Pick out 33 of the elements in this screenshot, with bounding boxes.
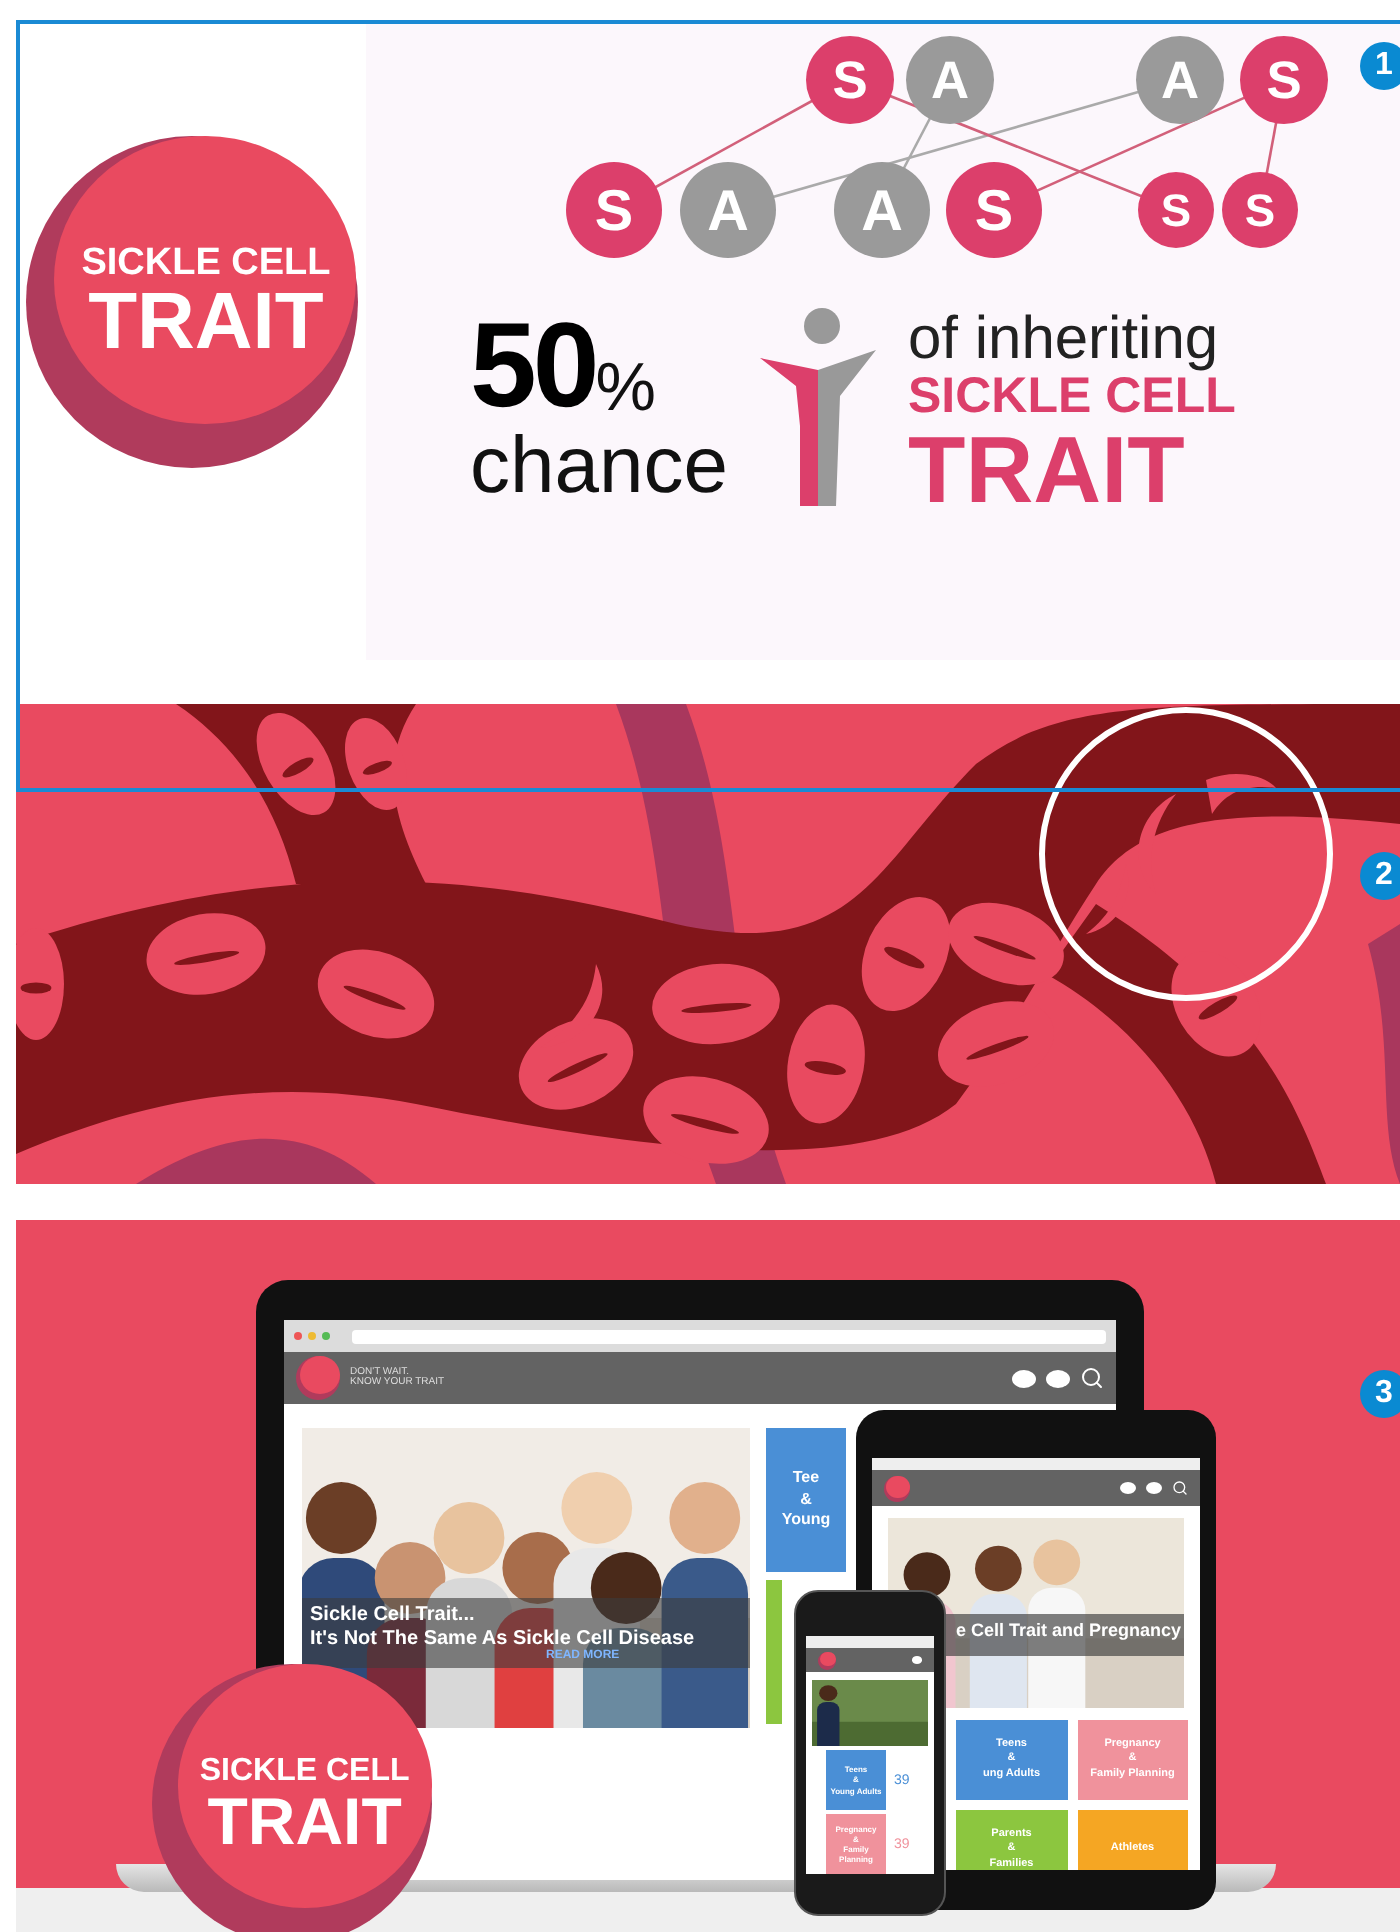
hero-title: Sickle Cell Trait...	[310, 1604, 477, 1627]
allele-token: A	[834, 162, 930, 258]
allele-token: S	[946, 162, 1042, 258]
allele-token: S	[566, 162, 662, 258]
category-tile[interactable]: Tee & Young	[766, 1428, 846, 1572]
allele-token: S	[1222, 172, 1298, 248]
allele-token: S	[806, 36, 894, 124]
logo-text: TRAIT	[88, 281, 324, 361]
logo-text: SICKLE CELL	[199, 1755, 410, 1787]
logo-text: TRAIT	[207, 1787, 402, 1853]
person-icon	[759, 306, 876, 506]
allele-token: A	[906, 36, 994, 124]
logo	[296, 1356, 340, 1400]
search-icon	[1172, 1480, 1188, 1496]
allele-token: S	[1240, 36, 1328, 124]
allele-token: A	[1136, 36, 1224, 124]
category-tile[interactable]	[766, 1580, 782, 1724]
allele-token: A	[680, 162, 776, 258]
logo	[818, 1651, 836, 1669]
chance-text: chance	[470, 426, 728, 506]
trait-title: TRAIT	[907, 422, 1187, 516]
percentage-number: 50	[470, 306, 596, 426]
chat-icon	[1046, 1369, 1070, 1387]
inheriting-text: of inheriting	[907, 306, 1221, 372]
percent-sign: %	[595, 351, 656, 426]
hero-title: It's Not The Same As Sickle Cell Disease	[310, 1627, 697, 1649]
allele-token: S	[1138, 172, 1214, 248]
logo	[884, 1475, 910, 1501]
trait-subtitle: SICKLE CELL	[907, 372, 1236, 422]
chat-icon	[1012, 1369, 1036, 1387]
logo-text: SICKLE CELL	[81, 243, 331, 281]
search-icon	[1080, 1366, 1104, 1390]
step-number: 3	[1360, 1370, 1400, 1418]
